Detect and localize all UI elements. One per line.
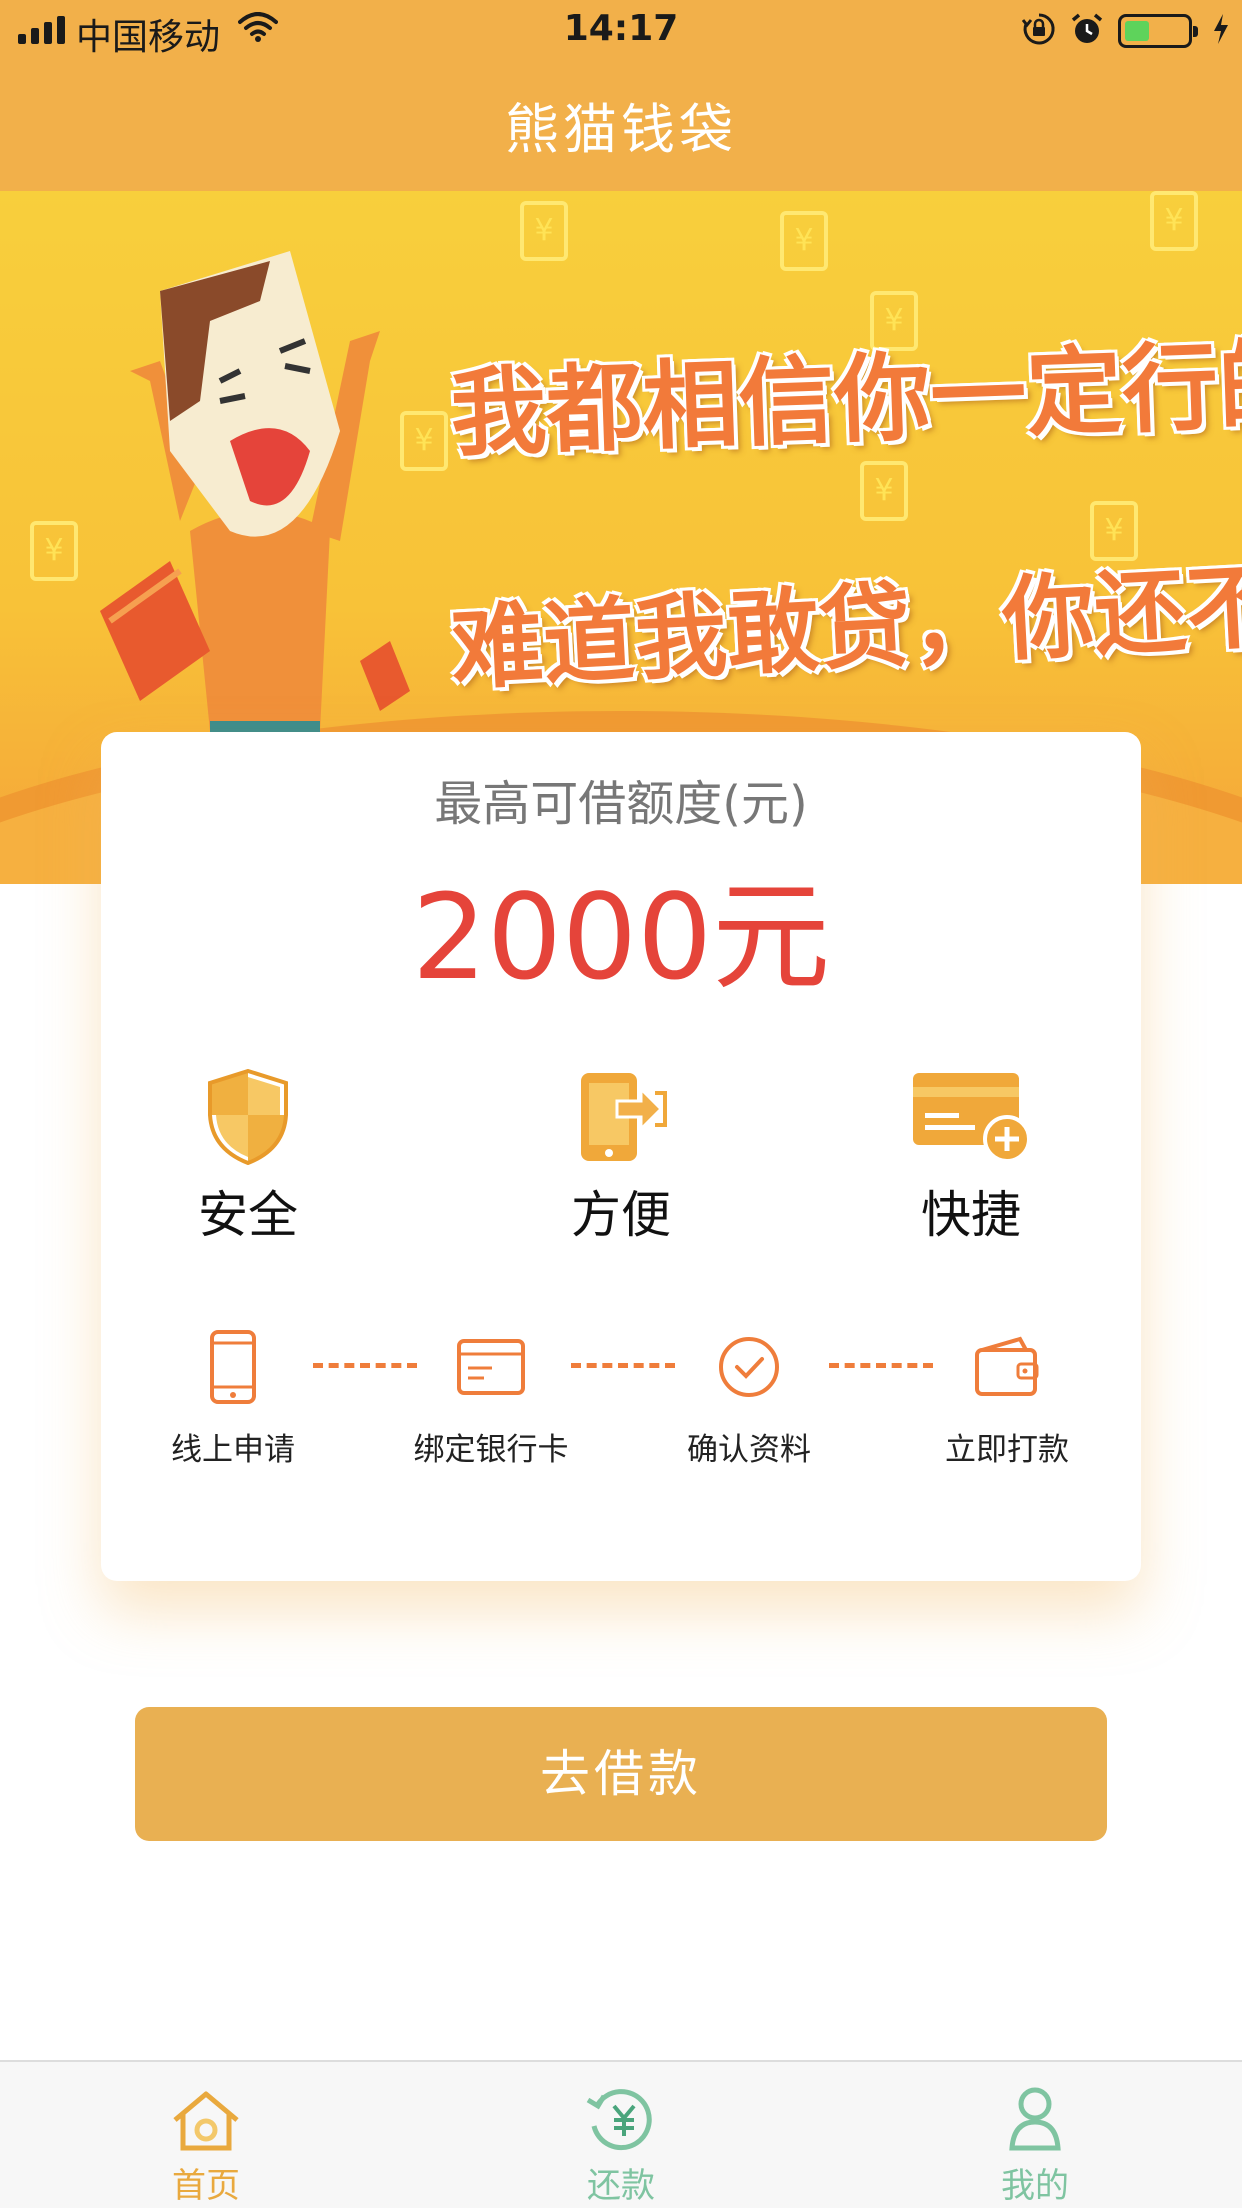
feature-label: 快捷 <box>921 1186 1021 1244</box>
tab-label: 我的 <box>1001 2166 1069 2206</box>
yuan-coin-decoration: ¥ <box>860 461 908 521</box>
feature-safe: 安全 <box>138 1067 358 1247</box>
repay-yuan-icon <box>521 2062 721 2152</box>
feature-fast: 快捷 <box>861 1067 1081 1247</box>
limit-title: 最高可借额度(元) <box>434 776 808 832</box>
step-label: 线上申请 <box>171 1432 295 1468</box>
feature-convenient: 方便 <box>511 1067 731 1247</box>
feature-label: 安全 <box>198 1186 298 1244</box>
check-circle-icon <box>649 1322 849 1412</box>
banner-slogan-line2: 难道我敢贷，你还不敢借？ <box>448 537 1242 703</box>
rotation-lock-icon <box>1021 12 1056 50</box>
feature-label: 方便 <box>571 1186 671 1244</box>
step-label: 绑定银行卡 <box>413 1432 569 1468</box>
home-icon <box>106 2062 306 2152</box>
user-icon <box>935 2062 1135 2152</box>
status-bar: 中国移动 14:17 <box>0 0 1242 62</box>
step-confirm-info: 确认资料 <box>649 1322 849 1469</box>
wallet-icon <box>907 1322 1107 1412</box>
step-label: 确认资料 <box>687 1432 811 1468</box>
step-instant-payout: 立即打款 <box>907 1322 1107 1469</box>
step-bind-card: 绑定银行卡 <box>391 1322 591 1469</box>
top-bar: 中国移动 14:17 熊猫钱袋 <box>0 0 1242 191</box>
step-label: 立即打款 <box>945 1432 1069 1468</box>
step-apply-online: 线上申请 <box>133 1322 333 1469</box>
yuan-coin-decoration: ¥ <box>1150 191 1198 251</box>
shield-icon <box>138 1067 358 1167</box>
yuan-coin-decoration: ¥ <box>520 201 568 261</box>
phone-transfer-icon <box>511 1067 731 1167</box>
page-title: 熊猫钱袋 <box>505 98 737 161</box>
tab-mine[interactable]: 我的 <box>935 2062 1135 2208</box>
alarm-icon <box>1070 12 1104 50</box>
card-plus-icon <box>861 1067 1081 1167</box>
limit-amount: 2000元 <box>411 868 831 1006</box>
mobile-phone-icon <box>133 1322 333 1412</box>
yuan-coin-decoration: ¥ <box>780 211 828 271</box>
tab-home[interactable]: 首页 <box>106 2062 306 2208</box>
battery-icon <box>1118 14 1198 48</box>
process-steps: 线上申请 绑定银行卡 确认资料 立即打款 <box>101 1322 1141 1472</box>
borrow-button[interactable]: 去借款 <box>135 1707 1107 1841</box>
banner-slogan-line1: 我都相信你一定行的 <box>448 326 1242 471</box>
tab-label: 还款 <box>587 2166 655 2206</box>
bank-card-icon <box>391 1322 591 1412</box>
charging-icon <box>1212 13 1230 49</box>
status-right-group <box>1021 12 1230 50</box>
tab-label: 首页 <box>172 2166 240 2206</box>
loan-limit-card: 最高可借额度(元) 2000元 安全 方便 快捷 线上申请 绑定银行卡 确认资料… <box>101 732 1141 1581</box>
bottom-tab-bar: 首页 还款 我的 <box>0 2060 1242 2208</box>
cheering-man-illustration <box>100 251 410 791</box>
tab-repay[interactable]: 还款 <box>521 2062 721 2208</box>
